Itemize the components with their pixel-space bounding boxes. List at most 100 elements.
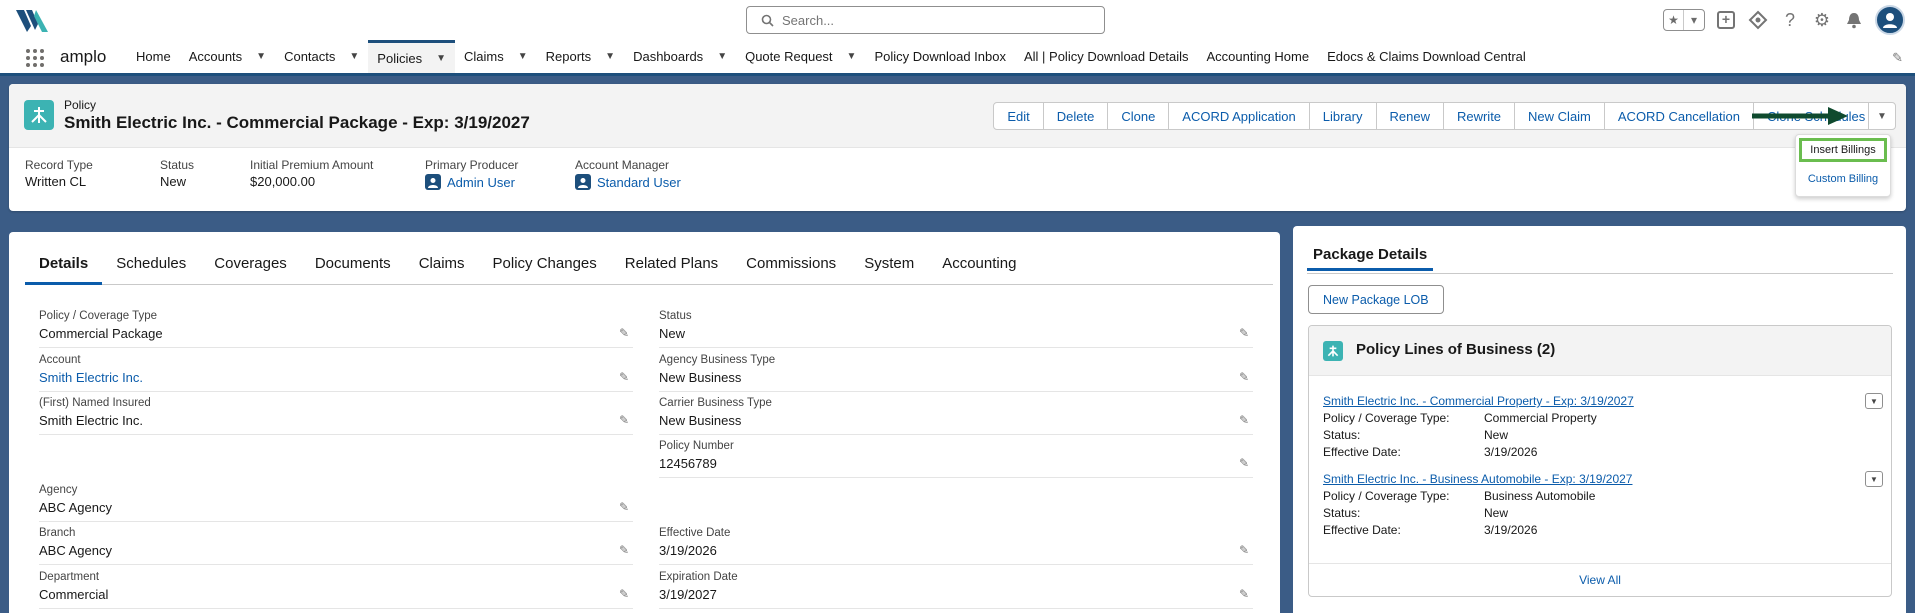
- lob-card-header: Policy Lines of Business (2): [1309, 326, 1891, 376]
- global-actions-button[interactable]: +: [1715, 9, 1737, 31]
- pencil-icon[interactable]: ✎: [1239, 587, 1249, 601]
- chevron-down-icon[interactable]: ▼: [436, 53, 446, 64]
- global-search-input[interactable]: Search...: [746, 6, 1105, 34]
- field-account: Account Smith Electric Inc. ✎: [39, 352, 633, 392]
- chevron-down-icon[interactable]: ▼: [349, 51, 359, 62]
- search-icon: [761, 14, 774, 27]
- chevron-down-icon[interactable]: ▼: [1865, 471, 1883, 487]
- insert-billings-menu-item[interactable]: Insert Billings: [1799, 138, 1887, 162]
- favorites-list-chevron-icon[interactable]: ▾: [1684, 10, 1704, 30]
- pencil-icon[interactable]: ✎: [619, 543, 629, 557]
- tab-documents[interactable]: Documents: [301, 255, 405, 285]
- pencil-icon[interactable]: ✎: [1239, 543, 1249, 557]
- chevron-down-icon[interactable]: ▼: [847, 51, 857, 62]
- record-header-top: Policy Smith Electric Inc. - Commercial …: [9, 84, 1906, 148]
- tab-accounting[interactable]: Accounting: [928, 255, 1030, 285]
- package-details-card: Package Details New Package LOB Policy L…: [1293, 226, 1906, 613]
- field-carrier-business-type: Carrier Business Type New Business ✎: [659, 395, 1253, 435]
- record-highlights: Record Type Written CL Status New Initia…: [25, 158, 725, 190]
- record-tabs: Details Schedules Coverages Documents Cl…: [25, 255, 1273, 285]
- new-package-lob-button[interactable]: New Package LOB: [1308, 285, 1444, 314]
- avatar-icon[interactable]: [1875, 5, 1905, 35]
- package-details-tab[interactable]: Package Details: [1307, 246, 1893, 274]
- edit-nav-pencil-icon[interactable]: ✎: [1892, 50, 1903, 66]
- tab-coverages[interactable]: Coverages: [200, 255, 301, 285]
- lob-link-business-automobile[interactable]: Smith Electric Inc. - Business Automobil…: [1323, 472, 1632, 486]
- nav-item-quote-request[interactable]: Quote Request ▼: [736, 40, 865, 73]
- search-placeholder: Search...: [782, 12, 835, 28]
- pencil-icon[interactable]: ✎: [619, 370, 629, 384]
- field-branch: Branch ABC Agency ✎: [39, 525, 633, 565]
- rewrite-button[interactable]: Rewrite: [1443, 102, 1516, 130]
- renew-button[interactable]: Renew: [1376, 102, 1444, 130]
- tab-related-plans[interactable]: Related Plans: [611, 255, 732, 285]
- field-policy-coverage-type: Policy / Coverage Type Commercial Packag…: [39, 308, 633, 348]
- bell-icon[interactable]: [1843, 9, 1865, 31]
- account-link[interactable]: Smith Electric Inc.: [39, 370, 143, 385]
- pencil-icon[interactable]: ✎: [619, 500, 629, 514]
- favorites-button[interactable]: ★ ▾: [1663, 9, 1705, 31]
- chevron-down-icon[interactable]: ▼: [518, 51, 528, 62]
- pencil-icon[interactable]: ✎: [1239, 370, 1249, 384]
- edit-button[interactable]: Edit: [993, 102, 1044, 130]
- acord-cancellation-button[interactable]: ACORD Cancellation: [1604, 102, 1754, 130]
- lob-link-commercial-property[interactable]: Smith Electric Inc. - Commercial Propert…: [1323, 394, 1634, 408]
- policy-icon: [24, 100, 54, 130]
- object-label: Policy: [64, 98, 97, 112]
- custom-billing-menu-item[interactable]: Custom Billing: [1796, 165, 1890, 193]
- nav-item-policy-download-inbox[interactable]: Policy Download Inbox: [865, 40, 1015, 73]
- tab-details[interactable]: Details: [25, 255, 103, 285]
- nav-item-edocs-claims[interactable]: Edocs & Claims Download Central: [1318, 40, 1535, 73]
- nav-item-accounting-home[interactable]: Accounting Home: [1197, 40, 1318, 73]
- nav-item-dashboards[interactable]: Dashboards ▼: [624, 40, 736, 73]
- help-icon[interactable]: ?: [1779, 9, 1801, 31]
- clone-button[interactable]: Clone: [1108, 102, 1170, 130]
- app-launcher-icon[interactable]: [26, 49, 44, 67]
- header-utility-icons: ★ ▾ + ? ⚙: [1663, 5, 1905, 35]
- highlight-account-manager: Account Manager Standard User: [575, 158, 681, 190]
- delete-button[interactable]: Delete: [1043, 102, 1109, 130]
- record-header: Policy Smith Electric Inc. - Commercial …: [9, 84, 1906, 211]
- tab-commissions[interactable]: Commissions: [732, 255, 850, 285]
- nav-item-claims[interactable]: Claims ▼: [455, 40, 537, 73]
- chevron-down-icon[interactable]: ▼: [256, 51, 266, 62]
- field-agency-business-type: Agency Business Type New Business ✎: [659, 352, 1253, 392]
- favorites-star-icon[interactable]: ★: [1664, 10, 1684, 30]
- new-claim-button[interactable]: New Claim: [1515, 102, 1605, 130]
- tab-system[interactable]: System: [850, 255, 928, 285]
- pencil-icon[interactable]: ✎: [619, 326, 629, 340]
- pencil-icon[interactable]: ✎: [1239, 413, 1249, 427]
- pencil-icon[interactable]: ✎: [1239, 326, 1249, 340]
- chevron-down-icon[interactable]: ▼: [605, 51, 615, 62]
- nav-item-home[interactable]: Home: [127, 40, 180, 73]
- tab-claims[interactable]: Claims: [405, 255, 479, 285]
- policy-lines-of-business-card: Policy Lines of Business (2) Smith Elect…: [1308, 325, 1892, 597]
- primary-producer-link[interactable]: Admin User: [447, 175, 515, 190]
- chevron-down-icon[interactable]: ▼: [717, 51, 727, 62]
- nav-item-accounts[interactable]: Accounts ▼: [180, 40, 275, 73]
- pencil-icon[interactable]: ✎: [619, 587, 629, 601]
- nav-item-policy-download-details[interactable]: All | Policy Download Details: [1015, 40, 1198, 73]
- trailhead-icon[interactable]: [1747, 9, 1769, 31]
- chevron-down-icon[interactable]: ▼: [1865, 393, 1883, 409]
- list-item: Smith Electric Inc. - Commercial Propert…: [1323, 393, 1883, 459]
- add-icon: +: [1717, 11, 1735, 29]
- highlight-record-type: Record Type Written CL: [25, 158, 93, 189]
- pencil-icon[interactable]: ✎: [619, 413, 629, 427]
- nav-item-contacts[interactable]: Contacts ▼: [275, 40, 368, 73]
- record-title: Smith Electric Inc. - Commercial Package…: [64, 113, 530, 132]
- tab-policy-changes[interactable]: Policy Changes: [479, 255, 611, 285]
- nav-item-reports[interactable]: Reports ▼: [537, 40, 624, 73]
- gear-icon[interactable]: ⚙: [1811, 9, 1833, 31]
- field-status: Status New ✎: [659, 308, 1253, 348]
- tab-schedules[interactable]: Schedules: [102, 255, 200, 285]
- account-manager-link[interactable]: Standard User: [597, 175, 681, 190]
- nav-item-policies[interactable]: Policies ▼: [368, 40, 455, 73]
- pencil-icon[interactable]: ✎: [1239, 456, 1249, 470]
- view-all-link[interactable]: View All: [1309, 563, 1891, 596]
- highlight-primary-producer: Primary Producer Admin User: [425, 158, 519, 190]
- more-actions-chevron-down-icon[interactable]: ▼: [1868, 102, 1896, 130]
- library-button[interactable]: Library: [1309, 102, 1377, 130]
- amplo-logo-icon[interactable]: [14, 6, 48, 34]
- acord-application-button[interactable]: ACORD Application: [1169, 102, 1310, 130]
